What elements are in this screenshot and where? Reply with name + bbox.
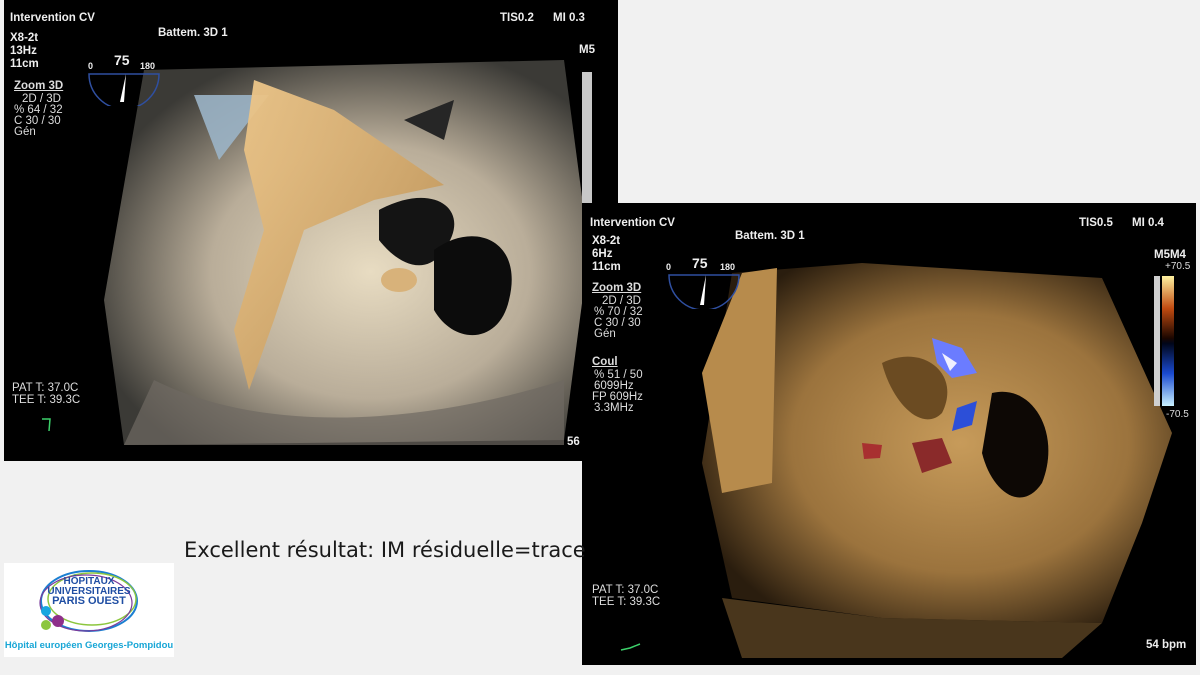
color-title: Coul xyxy=(592,356,618,368)
logo-line-3: PARIS OUEST xyxy=(52,595,126,607)
logo-hospital-name: Hôpital européen Georges-Pompidou xyxy=(4,640,174,651)
heart-rate: 54 bpm xyxy=(1146,639,1187,651)
angle-value: 75 xyxy=(692,255,708,271)
rate-label: 6Hz xyxy=(592,248,613,260)
tis-label: TIS0.5 xyxy=(1079,217,1113,229)
site-label: Intervention CV xyxy=(590,217,675,229)
zoom-title: Zoom 3D xyxy=(592,282,642,294)
tee-temp: TEE T: 39.3C xyxy=(592,596,661,608)
echo-panel-2: Intervention CV Battem. 3D 1 TIS0.5 MI 0… xyxy=(582,203,1196,665)
angle-value: 75 xyxy=(114,52,130,68)
angle-max: 180 xyxy=(720,262,736,272)
ecg-marker-icon xyxy=(42,418,51,432)
color-line: 3.3MHz xyxy=(594,402,634,414)
rate-label: 13Hz xyxy=(10,45,37,57)
color-scale-min: -70.5 xyxy=(1166,409,1189,420)
mode-title: Battem. 3D 1 xyxy=(735,230,805,242)
angle-max: 180 xyxy=(140,61,156,71)
mi-label: MI 0.4 xyxy=(1132,217,1164,229)
probe-label: X8-2t xyxy=(10,32,39,44)
color-scale-max: +70.5 xyxy=(1165,261,1191,272)
slide-caption: Excellent résultat: IM résiduelle=trace xyxy=(184,538,586,562)
echo-panel-1: Intervention CV Battem. 3D 1 TIS0.2 MI 0… xyxy=(4,0,618,461)
tee-temp: TEE T: 39.3C xyxy=(12,394,81,406)
zoom-line: Gén xyxy=(594,328,616,340)
tis-label: TIS0.2 xyxy=(500,12,534,24)
probe-label: X8-2t xyxy=(592,235,621,247)
mode-title: Battem. 3D 1 xyxy=(158,27,228,39)
zoom-line: Gén xyxy=(14,126,36,138)
zoom-title: Zoom 3D xyxy=(14,80,64,92)
heart-rate: 56 xyxy=(567,436,580,448)
site-label: Intervention CV xyxy=(10,12,95,24)
mi-label: MI 0.3 xyxy=(553,12,585,24)
ecg-marker-icon xyxy=(620,643,641,651)
map-label: M5 xyxy=(579,44,595,56)
hospital-logo: HÔPITAUX UNIVERSITAIRES PARIS OUEST Hôpi… xyxy=(4,563,174,657)
angle-min: 0 xyxy=(88,61,94,71)
depth-label: 11cm xyxy=(10,58,39,70)
depth-label: 11cm xyxy=(592,261,621,273)
angle-min: 0 xyxy=(666,262,672,272)
